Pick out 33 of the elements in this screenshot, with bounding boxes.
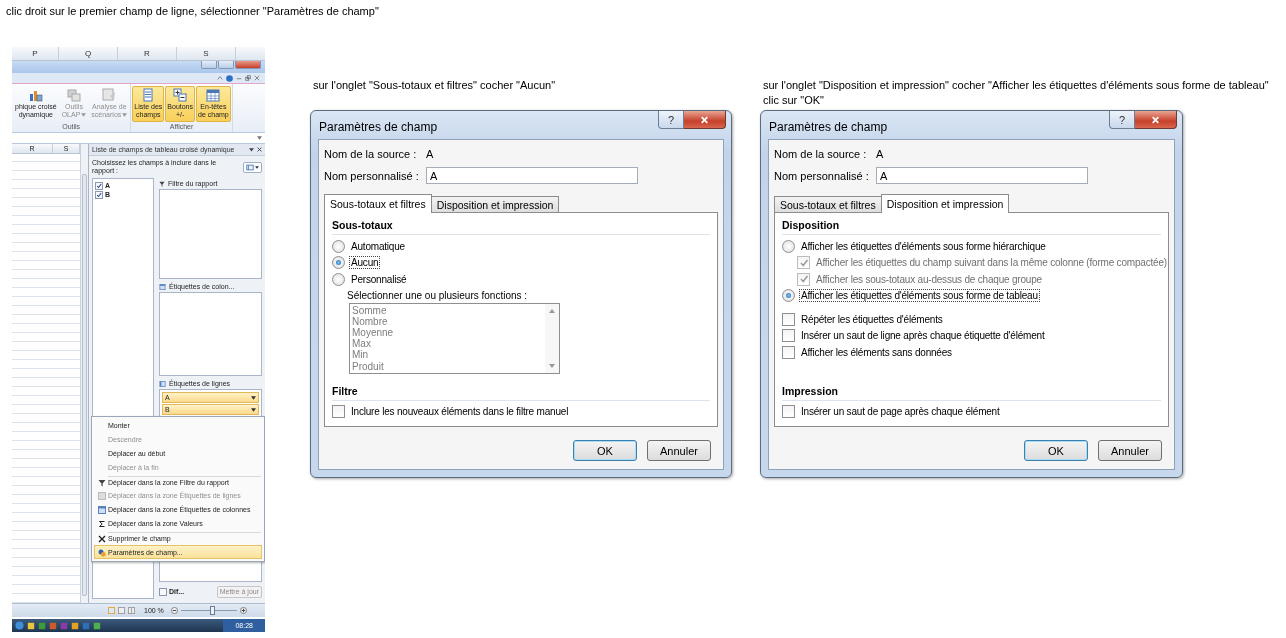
instruction-text: clic droit sur le premier champ de ligne, sélectionner "Paramètres de champ": [5, 4, 380, 18]
column-header: S: [177, 47, 236, 60]
caption-text: sur l'onglet "Disposition et impression" cocher "Afficher les étiquettes d'éléments sous forme de tableau": [763, 78, 1269, 93]
column-header: R: [118, 47, 177, 60]
source-name: A: [426, 148, 434, 160]
section-heading: Impression: [782, 381, 1161, 401]
option-label: Insérer un saut de page après chaque élément: [800, 405, 1001, 419]
option-label: Personnalisé: [350, 272, 408, 286]
option-label: Afficher les sous-totaux au-dessus de chaque groupe: [815, 272, 1043, 286]
caption-text: clic sur "OK": [763, 93, 824, 108]
option-label: Automatique: [350, 239, 406, 253]
option-label: Répéter les étiquettes d'éléments: [800, 312, 944, 326]
dialog-title: Paramètres de champ: [319, 120, 438, 134]
field-label: Nom de la source :: [324, 148, 418, 160]
section-heading: Sous-totaux: [332, 216, 710, 235]
option-label: Afficher les éléments sans données: [800, 345, 953, 359]
field-label: Nom personnalisé :: [774, 169, 870, 182]
field-label: Nom de la source :: [774, 148, 868, 160]
list-label: Sélectionner une ou plusieurs fonctions :: [347, 288, 529, 303]
column-header: P: [12, 47, 59, 60]
option-label: Insérer un saut de ligne après chaque étiquette d'élément: [800, 329, 1046, 343]
option-label: Afficher les étiquettes d'éléments sous forme de tableau: [799, 289, 1040, 303]
option-label: Afficher les étiquettes du champ suivant dans la même colonne (forme compactée): [815, 256, 1168, 270]
section-heading: Disposition: [782, 216, 1161, 235]
caption-text: sur l'onglet "Sous-totaux et filtres" cocher "Aucun": [313, 78, 556, 93]
section-heading: Filtre: [332, 381, 710, 401]
source-name: A: [876, 148, 884, 160]
field-label: Nom personnalisé :: [324, 169, 420, 182]
option-label: Aucun: [349, 256, 381, 270]
option-label: Inclure les nouveaux éléments dans le filtre manuel: [350, 405, 570, 419]
option-label: Afficher les étiquettes d'éléments sous forme hiérarchique: [800, 239, 1047, 253]
column-header: Q: [59, 47, 118, 60]
dialog-title: Paramètres de champ: [769, 120, 888, 134]
